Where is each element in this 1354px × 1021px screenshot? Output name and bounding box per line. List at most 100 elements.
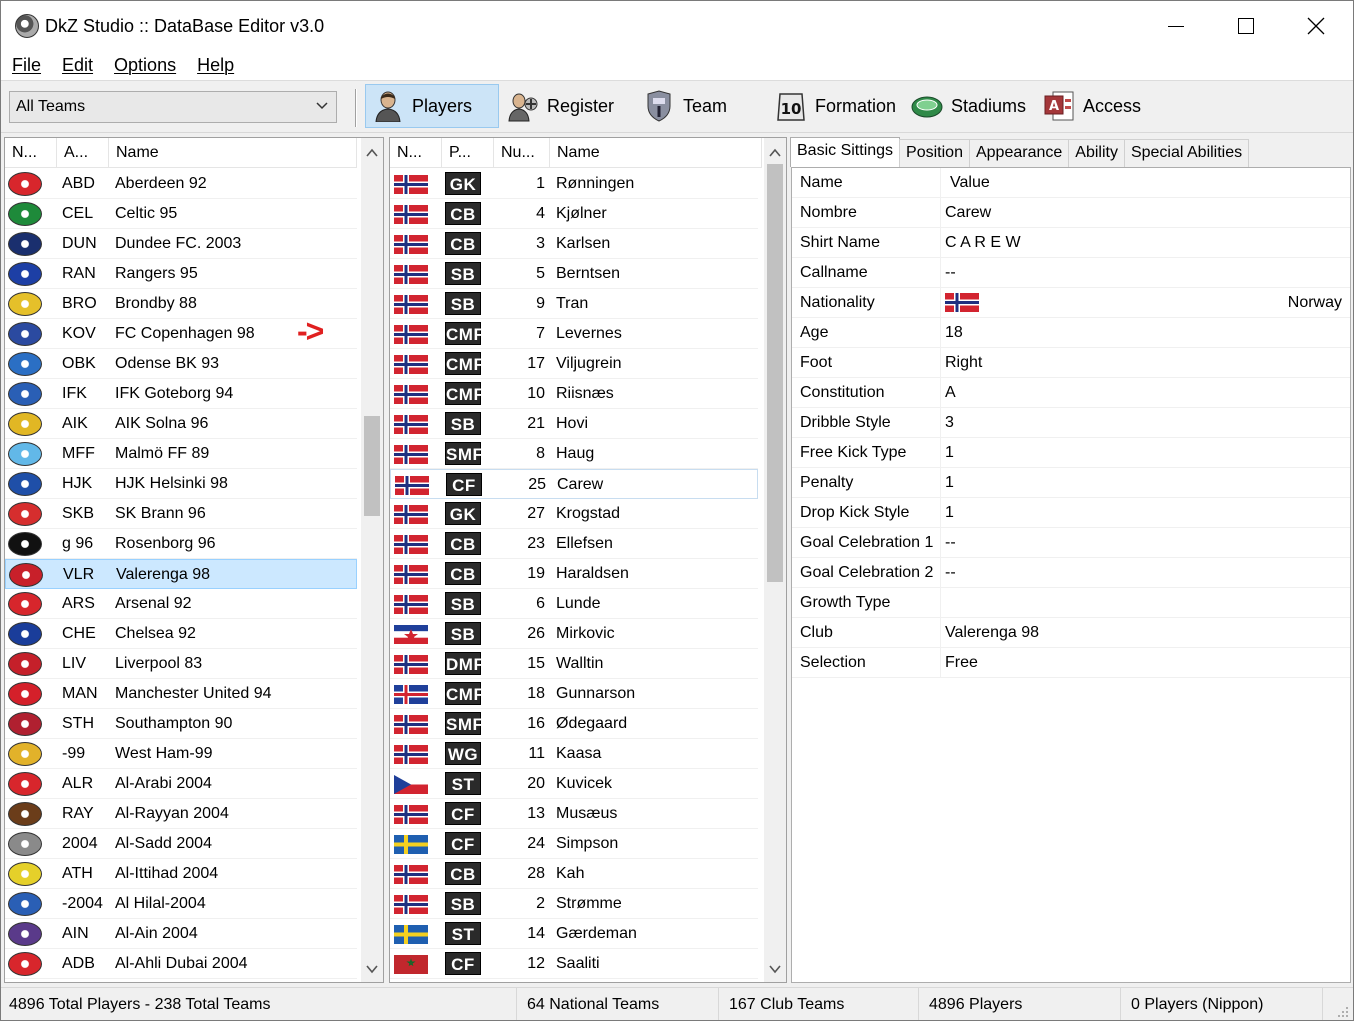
- teams-col-nation-header[interactable]: N...: [5, 138, 57, 168]
- player-row[interactable]: SB 6 Lunde: [390, 589, 758, 619]
- players-scroll-thumb[interactable]: [767, 164, 783, 582]
- team-row[interactable]: ATH Al-Ittihad 2004: [5, 859, 357, 889]
- property-row[interactable]: Growth Type: [792, 588, 1350, 618]
- resize-grip-icon[interactable]: [1337, 1006, 1349, 1018]
- player-row[interactable]: SB 5 Berntsen: [390, 259, 758, 289]
- players-col-name-header[interactable]: Name: [550, 138, 762, 168]
- team-row[interactable]: ALR Al-Arabi 2004: [5, 769, 357, 799]
- property-row[interactable]: Goal Celebration 2 --: [792, 558, 1350, 588]
- player-row[interactable]: DMF 15 Walltin: [390, 649, 758, 679]
- team-row[interactable]: OBK Odense BK 93: [5, 349, 357, 379]
- team-row[interactable]: ABD Aberdeen 92: [5, 169, 357, 199]
- player-row[interactable]: ST 14 Gærdeman: [390, 919, 758, 949]
- property-row[interactable]: Free Kick Type 1: [792, 438, 1350, 468]
- tab-special-abilities[interactable]: Special Abilities: [1123, 139, 1250, 167]
- tab-basic-sittings[interactable]: Basic Sittings: [790, 137, 901, 167]
- team-row[interactable]: -99 West Ham-99: [5, 739, 357, 769]
- team-row[interactable]: -2004 Al Hilal-2004: [5, 889, 357, 919]
- teams-list[interactable]: N... A... Name ABD Aberdeen 92 CEL Celtic 9…: [4, 137, 384, 983]
- teams-col-abbr-header[interactable]: A...: [57, 138, 109, 168]
- player-row[interactable]: CF 25 Carew: [390, 469, 758, 499]
- menu-file[interactable]: File: [1, 55, 51, 76]
- maximize-button[interactable]: [1211, 1, 1281, 51]
- property-row[interactable]: Foot Right: [792, 348, 1350, 378]
- player-row[interactable]: CF 24 Simpson: [390, 829, 758, 859]
- player-row[interactable]: SB 2 Strømme: [390, 889, 758, 919]
- player-row[interactable]: CMF 18 Gunnarson: [390, 679, 758, 709]
- player-row[interactable]: GK 1 Rønningen: [390, 169, 758, 199]
- team-row[interactable]: LIV Liverpool 83: [5, 649, 357, 679]
- menu-help[interactable]: Help: [186, 55, 244, 76]
- team-row[interactable]: ADB Al-Ahli Dubai 2004: [5, 949, 357, 979]
- stadiums-button[interactable]: Stadiums: [905, 84, 1035, 128]
- player-row[interactable]: CB 4 Kjølner: [390, 199, 758, 229]
- property-row[interactable]: Club Valerenga 98: [792, 618, 1350, 648]
- formation-button[interactable]: 10 Formation: [769, 84, 905, 128]
- tab-ability[interactable]: Ability: [1068, 139, 1125, 167]
- property-row[interactable]: Age 18: [792, 318, 1350, 348]
- property-row[interactable]: Nombre Carew: [792, 198, 1350, 228]
- teams-scroll-thumb[interactable]: [364, 416, 380, 516]
- property-row[interactable]: Dribble Style 3: [792, 408, 1350, 438]
- team-row[interactable]: DUN Dundee FC. 2003: [5, 229, 357, 259]
- player-row[interactable]: CB 28 Kah: [390, 859, 758, 889]
- team-row[interactable]: CHE Chelsea 92: [5, 619, 357, 649]
- player-row[interactable]: CF 13 Musæus: [390, 799, 758, 829]
- menu-edit[interactable]: Edit: [51, 55, 103, 76]
- team-row[interactable]: STH Southampton 90: [5, 709, 357, 739]
- access-button[interactable]: A Access: [1037, 84, 1149, 128]
- player-row[interactable]: CB 19 Haraldsen: [390, 559, 758, 589]
- property-row[interactable]: Callname --: [792, 258, 1350, 288]
- team-row[interactable]: IFK IFK Goteborg 94: [5, 379, 357, 409]
- team-button[interactable]: Team: [637, 84, 763, 128]
- team-row[interactable]: MFF Malmö FF 89: [5, 439, 357, 469]
- players-col-num-header[interactable]: Nu...: [494, 138, 550, 168]
- property-row[interactable]: Drop Kick Style 1: [792, 498, 1350, 528]
- scroll-down-icon[interactable]: [365, 962, 379, 976]
- players-scrollbar[interactable]: [764, 138, 786, 982]
- player-row[interactable]: CF 12 Saaliti: [390, 949, 758, 979]
- property-row[interactable]: Goal Celebration 1 --: [792, 528, 1350, 558]
- scroll-up-icon[interactable]: [365, 146, 379, 160]
- team-row[interactable]: AIN Al-Ain 2004: [5, 919, 357, 949]
- team-row[interactable]: ARS Arsenal 92: [5, 589, 357, 619]
- team-row[interactable]: 2004 Al-Sadd 2004: [5, 829, 357, 859]
- team-row[interactable]: HJK HJK Helsinki 98: [5, 469, 357, 499]
- player-row[interactable]: SMF 8 Haug: [390, 439, 758, 469]
- player-row[interactable]: SB 26 Mirkovic: [390, 619, 758, 649]
- tab-position[interactable]: Position: [899, 139, 970, 167]
- team-row[interactable]: AIK AIK Solna 96: [5, 409, 357, 439]
- team-row[interactable]: RAY Al-Rayyan 2004: [5, 799, 357, 829]
- scroll-down-icon[interactable]: [768, 962, 782, 976]
- players-col-pos-header[interactable]: P...: [442, 138, 494, 168]
- property-row[interactable]: Constitution A: [792, 378, 1350, 408]
- property-row[interactable]: Penalty 1: [792, 468, 1350, 498]
- player-row[interactable]: SB 9 Tran: [390, 289, 758, 319]
- player-row[interactable]: SB 21 Hovi: [390, 409, 758, 439]
- players-list[interactable]: N... P... Nu... Name GK 1 Rønningen CB 4 Kjøl…: [389, 137, 787, 983]
- menu-options[interactable]: Options: [103, 55, 186, 76]
- player-row[interactable]: WG 11 Kaasa: [390, 739, 758, 769]
- team-row[interactable]: MAN Manchester United 94: [5, 679, 357, 709]
- player-row[interactable]: CB 23 Ellefsen: [390, 529, 758, 559]
- team-row[interactable]: RAN Rangers 95: [5, 259, 357, 289]
- team-row[interactable]: SKB SK Brann 96: [5, 499, 357, 529]
- players-button[interactable]: Players: [365, 84, 499, 128]
- player-row[interactable]: CMF 17 Viljugrein: [390, 349, 758, 379]
- scroll-up-icon[interactable]: [768, 146, 782, 160]
- team-filter-dropdown[interactable]: All Teams: [9, 91, 337, 123]
- team-row[interactable]: VLR Valerenga 98: [5, 559, 357, 589]
- player-row[interactable]: GK 27 Krogstad: [390, 499, 758, 529]
- teams-scrollbar[interactable]: [361, 138, 383, 982]
- close-button[interactable]: [1281, 1, 1351, 51]
- player-row[interactable]: CMF 10 Riisnæs: [390, 379, 758, 409]
- team-row[interactable]: CEL Celtic 95: [5, 199, 357, 229]
- property-row[interactable]: Nationality Norway: [792, 288, 1350, 318]
- player-row[interactable]: ST 20 Kuvicek: [390, 769, 758, 799]
- minimize-button[interactable]: [1141, 1, 1211, 51]
- player-row[interactable]: SMF 16 Ødegaard: [390, 709, 758, 739]
- tab-appearance[interactable]: Appearance: [968, 139, 1070, 167]
- property-row[interactable]: Shirt Name C A R E W: [792, 228, 1350, 258]
- teams-col-name-header[interactable]: Name: [109, 138, 357, 168]
- property-row[interactable]: Selection Free: [792, 648, 1350, 678]
